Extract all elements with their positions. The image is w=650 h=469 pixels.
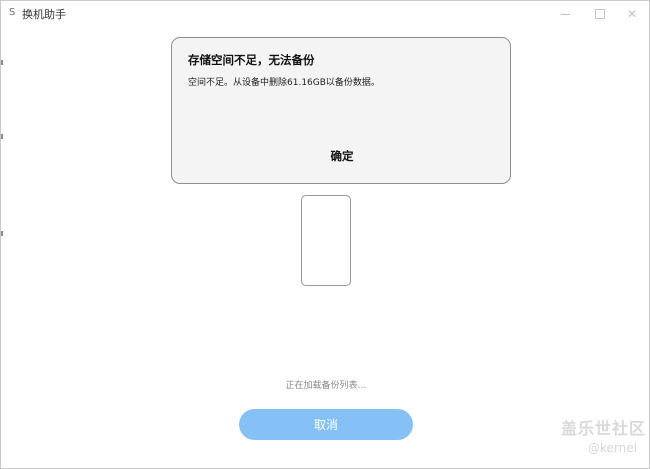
dialog-title: 存储空间不足，无法备份 bbox=[188, 53, 315, 67]
storage-alert-dialog: 存储空间不足，无法备份 空间不足。从设备中删除61.16GB以备份数据。 确定 bbox=[171, 37, 511, 184]
close-icon: ✕ bbox=[626, 7, 638, 21]
cancel-button[interactable]: 取消 bbox=[239, 409, 413, 440]
minimize-button[interactable] bbox=[548, 1, 582, 27]
watermark-user: @kernel bbox=[588, 441, 637, 455]
maximize-icon bbox=[595, 9, 605, 19]
edge-marker bbox=[1, 134, 3, 139]
close-button[interactable]: ✕ bbox=[615, 1, 649, 27]
app-window: S 换机助手 ✕ 存储空间不足，无法备份 空间不足。从设备中删除61.16GB以… bbox=[0, 0, 650, 469]
watermark-brand: 盖乐世社区 bbox=[561, 419, 647, 438]
app-logo-icon: S bbox=[9, 7, 16, 18]
maximize-button[interactable] bbox=[583, 1, 617, 27]
app-title: 换机助手 bbox=[22, 8, 66, 21]
edge-marker bbox=[1, 231, 3, 236]
loading-status-text: 正在加载备份列表… bbox=[285, 381, 367, 391]
phone-outline-icon bbox=[301, 195, 351, 286]
confirm-button[interactable]: 确定 bbox=[292, 144, 392, 168]
minimize-icon bbox=[560, 13, 570, 15]
dialog-message: 空间不足。从设备中删除61.16GB以备份数据。 bbox=[188, 78, 380, 88]
title-bar: S 换机助手 ✕ bbox=[1, 1, 649, 27]
edge-marker bbox=[1, 60, 3, 65]
